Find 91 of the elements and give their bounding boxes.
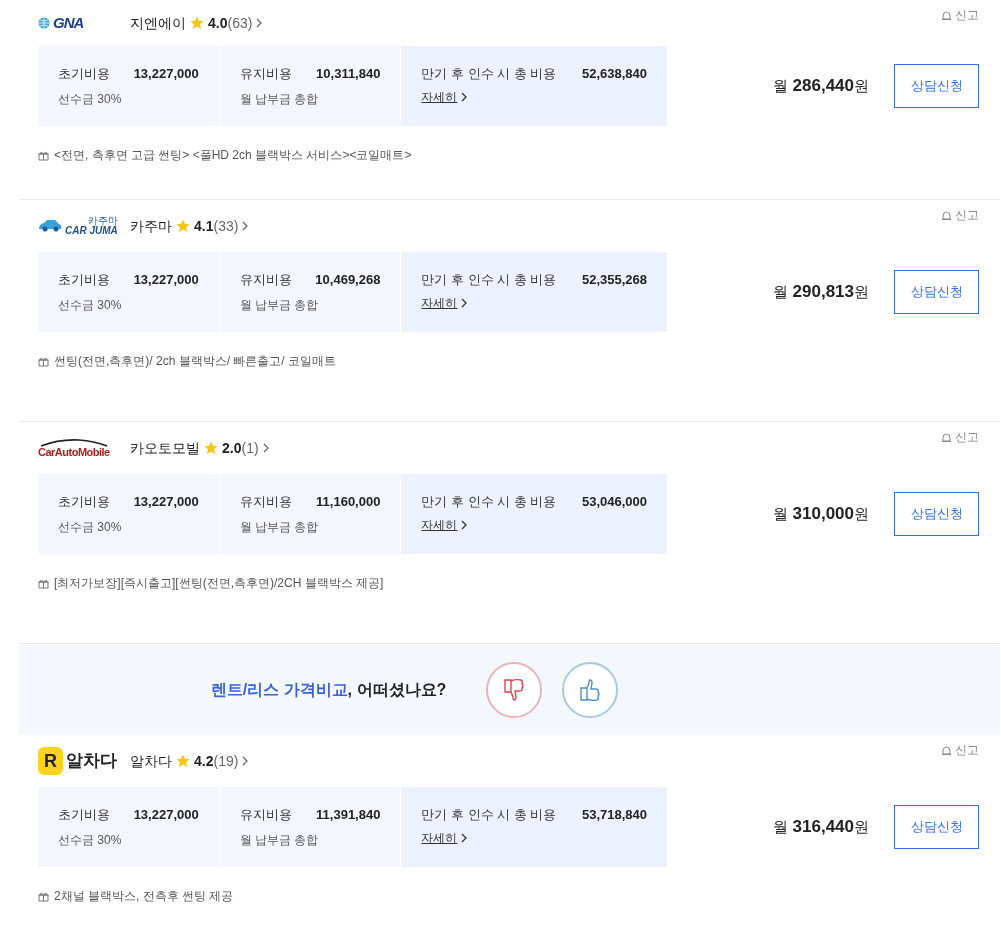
logo-badge: R <box>38 747 63 775</box>
feedback-question: 렌트/리스 가격비교, 어떠셨나요? <box>210 680 447 700</box>
monthly-price: 월 290,813원 <box>773 281 869 304</box>
cost-label: 초기비용 <box>58 271 110 289</box>
cost-label: 만기 후 인수 시 총 비용 <box>421 493 557 511</box>
logo-subtext: 카주마 <box>87 216 118 226</box>
consult-button[interactable]: 상담신청 <box>894 492 979 536</box>
globe-icon <box>38 17 50 29</box>
benefits-text: [최저가보장][즉시출고][썬팅(전면,측후면)/2CH 블랙박스 제공] <box>54 575 384 592</box>
consult-button[interactable]: 상담신청 <box>894 270 979 314</box>
cost-label: 초기비용 <box>58 806 110 824</box>
cost-label: 만기 후 인수 시 총 비용 <box>421 65 557 83</box>
bell-icon <box>941 431 952 443</box>
cost-value: 53,718,840 <box>581 806 647 824</box>
cost-value: 52,638,840 <box>581 65 647 83</box>
provider-name: 알차다 <box>130 751 172 771</box>
bell-icon <box>941 9 952 21</box>
cost-note: 선수금 30% <box>58 296 123 314</box>
cost-note: 월 납부금 총합 <box>239 831 320 849</box>
consult-button[interactable]: 상담신청 <box>894 64 979 108</box>
bell-icon <box>941 209 952 221</box>
star-icon <box>176 219 190 233</box>
cost-value: 11,391,840 <box>316 806 381 824</box>
chevron-right-icon <box>242 221 250 231</box>
cost-note: 월 납부금 총합 <box>239 296 320 314</box>
benefits-text: 썬팅(전면,측후면)/ 2ch 블랙박스/ 빠른출고/ 코일매트 <box>54 353 336 370</box>
provider-name: 카오토모빌 <box>130 438 200 458</box>
rating-link[interactable]: 4.2(19) <box>194 750 239 772</box>
chevron-right-icon <box>262 443 270 453</box>
car-icon <box>38 219 62 233</box>
cost-label: 유지비용 <box>239 271 292 289</box>
cost-value: 13,227,000 <box>133 493 199 511</box>
cost-note: 월 납부금 총합 <box>239 90 320 108</box>
monthly-price: 월 286,440원 <box>773 75 869 98</box>
cost-label: 유지비용 <box>239 65 292 83</box>
cost-value: 13,227,000 <box>133 271 199 289</box>
star-icon <box>190 16 204 30</box>
chevron-right-icon <box>461 519 468 530</box>
logo-text: CAR JUMA <box>65 226 118 236</box>
logo-text: CarAutoMobile <box>38 446 110 458</box>
chevron-right-icon <box>461 297 468 308</box>
cost-label: 만기 후 인수 시 총 비용 <box>421 271 557 289</box>
rating-link[interactable]: 2.0(1) <box>222 437 259 459</box>
logo-text: 알차다 <box>66 750 117 773</box>
cost-label: 유지비용 <box>239 806 292 824</box>
gift-icon <box>38 577 49 589</box>
cost-value: 52,355,268 <box>581 271 647 289</box>
star-icon <box>204 441 218 455</box>
monthly-price: 월 310,000원 <box>773 503 869 526</box>
chevron-right-icon <box>242 756 250 766</box>
report-link[interactable]: 신고 <box>941 206 979 224</box>
provider-name: 카주마 <box>130 216 172 236</box>
cost-value: 11,160,000 <box>316 493 381 511</box>
thumbs-down-icon <box>503 678 526 702</box>
details-link[interactable]: 자세히 <box>421 515 458 534</box>
provider-name: 지엔에이 <box>130 13 186 33</box>
consult-button[interactable]: 상담신청 <box>894 805 979 849</box>
logo-text: GNA <box>53 12 84 33</box>
cost-note: 선수금 30% <box>58 831 123 849</box>
chevron-right-icon <box>256 18 264 28</box>
cost-note: 선수금 30% <box>58 518 123 536</box>
cost-label: 유지비용 <box>239 493 292 511</box>
cost-value: 10,469,268 <box>315 271 381 289</box>
cost-label: 만기 후 인수 시 총 비용 <box>421 806 557 824</box>
cost-value: 10,311,840 <box>316 65 381 83</box>
report-link[interactable]: 신고 <box>941 6 979 24</box>
cost-label: 초기비용 <box>58 493 110 511</box>
cost-note: 선수금 30% <box>58 90 123 108</box>
thumbs-up-icon <box>579 678 602 702</box>
gift-icon <box>38 149 49 161</box>
details-link[interactable]: 자세히 <box>421 293 458 312</box>
star-icon <box>176 754 190 768</box>
cost-value: 13,227,000 <box>133 65 199 83</box>
cost-value: 53,046,000 <box>581 493 647 511</box>
rating-link[interactable]: 4.0(63) <box>208 12 253 34</box>
cost-note: 월 납부금 총합 <box>239 518 320 536</box>
benefits-text: 2채널 블랙박스, 전측후 썬팅 제공 <box>54 888 234 905</box>
rating-link[interactable]: 4.1(33) <box>194 215 239 237</box>
details-link[interactable]: 자세히 <box>421 828 458 847</box>
benefits-text: <전면, 측후면 고급 썬팅> <풀HD 2ch 블랙박스 서비스><코일매트> <box>54 147 412 164</box>
gift-icon <box>38 890 49 902</box>
details-link[interactable]: 자세히 <box>421 87 458 106</box>
gift-icon <box>38 355 49 367</box>
chevron-right-icon <box>461 832 468 843</box>
report-link[interactable]: 신고 <box>941 428 979 446</box>
monthly-price: 월 316,440원 <box>773 816 869 839</box>
cost-value: 13,227,000 <box>133 806 199 824</box>
chevron-right-icon <box>461 91 468 102</box>
report-link[interactable]: 신고 <box>941 741 979 759</box>
bell-icon <box>941 744 952 756</box>
cost-label: 초기비용 <box>58 65 110 83</box>
